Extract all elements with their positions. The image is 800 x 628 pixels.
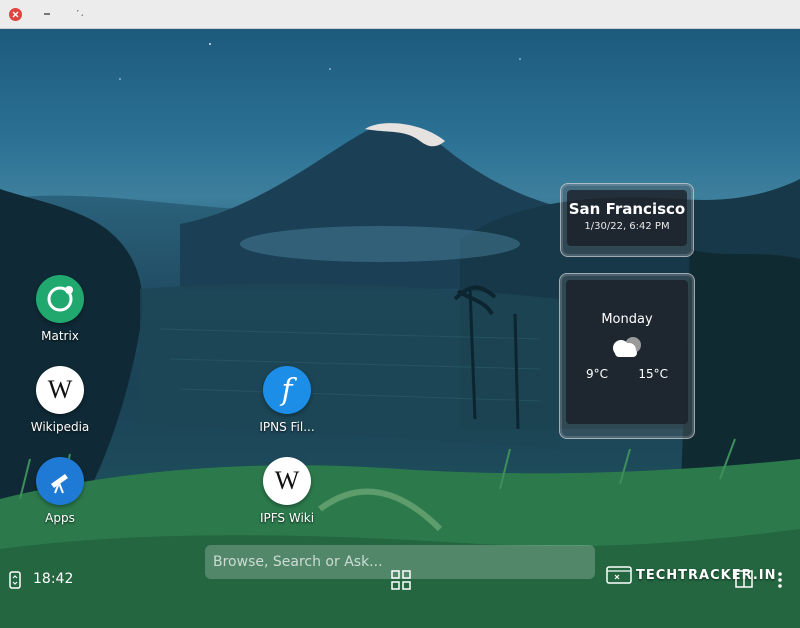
watermark-text: TECHTRACKER.IN [636,567,777,583]
app-matrix[interactable]: Matrix [15,275,105,343]
clock-widget[interactable]: San Francisco 1/30/22, 6:42 PM [560,183,694,257]
wikipedia-icon: W [263,457,311,505]
app-ipfs-wiki[interactable]: W IPFS Wiki [242,457,332,525]
app-label: Matrix [41,329,79,343]
app-grid-icon[interactable] [391,570,411,590]
app-wikipedia[interactable]: W Wikipedia [15,366,105,434]
app-label: IPNS Fil... [259,420,315,434]
desktop: Matrix W Wikipedia Apps f IPNS Fil... W … [0,29,800,628]
weather-widget-body: Monday 9°C 15°C [566,280,688,424]
app-label: Apps [45,511,75,525]
weather-high: 15°C [638,367,668,381]
panel-clock[interactable]: 18:42 [33,571,73,587]
app-label: IPFS Wiki [259,511,315,525]
device-icon[interactable] [8,570,22,590]
close-icon[interactable] [9,8,22,21]
app-ipns-filecoin[interactable]: f IPNS Fil... [242,366,332,434]
watermark-logo-icon [606,566,632,584]
app-apps[interactable]: Apps [15,457,105,525]
telescope-icon [36,457,84,505]
cloud-icon [607,335,647,359]
minimize-icon[interactable] [44,13,50,15]
weather-low: 9°C [586,367,609,381]
weather-temps: 9°C 15°C [566,367,688,381]
weather-widget[interactable]: Monday 9°C 15°C [559,273,695,439]
window-icon[interactable] [735,570,753,588]
filecoin-icon: f [263,366,311,414]
title-bar [0,0,800,29]
clock-city: San Francisco [568,200,686,218]
clock-datetime: 1/30/22, 6:42 PM [584,221,670,232]
matrix-icon [36,275,84,323]
wikipedia-icon: W [36,366,84,414]
app-label: Wikipedia [30,420,90,434]
maximize-icon[interactable] [77,10,83,16]
weather-day: Monday [601,312,653,327]
more-icon[interactable] [776,570,784,590]
clock-widget-body: San Francisco 1/30/22, 6:42 PM [567,190,687,246]
